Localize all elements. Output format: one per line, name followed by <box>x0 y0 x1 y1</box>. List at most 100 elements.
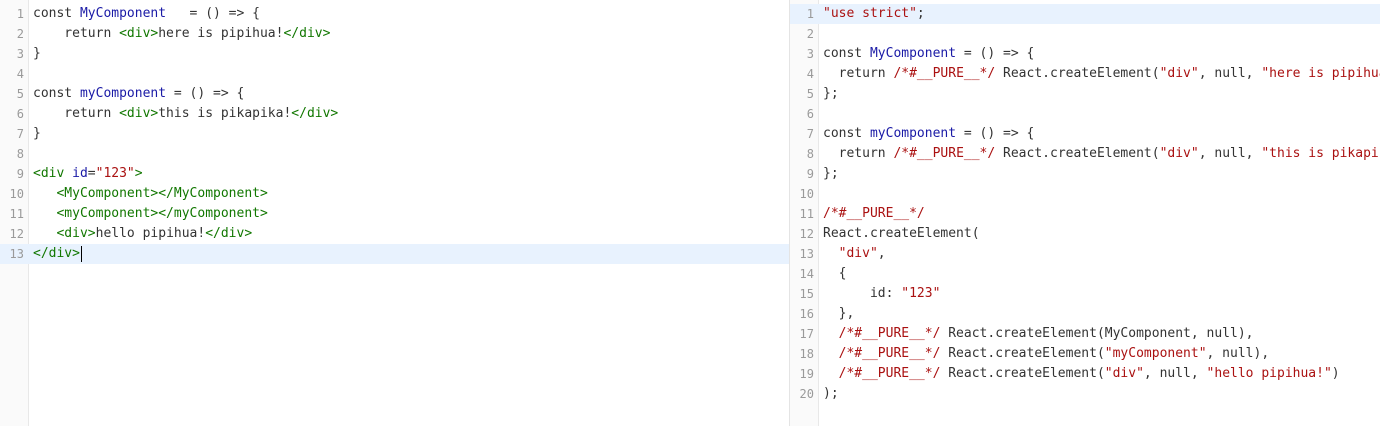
line-number: 3 <box>16 47 24 61</box>
code-token: return <box>823 66 894 81</box>
code-text[interactable]: return /*#__PURE__*/ React.createElement… <box>823 64 1380 84</box>
code-token: </div> <box>291 106 339 121</box>
code-text[interactable]: "use strict"; <box>823 4 925 24</box>
code-token: MyComponent <box>79 6 167 21</box>
code-text[interactable]: /*#__PURE__*/ React.createElement("myCom… <box>823 344 1270 364</box>
code-token: here is pipihua! <box>158 26 284 41</box>
line-number: 12 <box>9 227 24 241</box>
code-text[interactable]: React.createElement( <box>823 224 980 244</box>
line-number: 8 <box>16 147 24 161</box>
left-code-line[interactable]: 4 <box>0 64 789 84</box>
code-text[interactable]: { <box>823 264 847 284</box>
code-token: hello pipihua! <box>95 226 206 241</box>
code-text[interactable]: return <div>here is pipihua!</div> <box>33 24 330 44</box>
line-number: 9 <box>806 167 814 181</box>
right-code-line[interactable]: 17 /*#__PURE__*/ React.createElement(MyC… <box>790 324 1380 344</box>
code-token: /*#__PURE__*/ <box>838 326 941 341</box>
left-code-line[interactable]: 8 <box>0 144 789 164</box>
right-code-line[interactable]: 10 <box>790 184 1380 204</box>
code-token: <div <box>33 166 73 181</box>
right-code-line[interactable]: 7 const myComponent = () => { <box>790 124 1380 144</box>
code-token: "use strict" <box>823 6 917 21</box>
left-code-line[interactable]: 2 return <div>here is pipihua!</div> <box>0 24 789 44</box>
line-number: 4 <box>16 67 24 81</box>
code-token: , <box>877 246 886 261</box>
code-text[interactable]: } <box>33 124 41 144</box>
line-number: 3 <box>806 47 814 61</box>
code-text[interactable]: /*#__PURE__*/ <box>823 204 925 224</box>
right-code-line[interactable]: 12 React.createElement( <box>790 224 1380 244</box>
left-code-line[interactable]: 6 return <div>this is pikapika!</div> <box>0 104 789 124</box>
code-text[interactable]: <div>hello pipihua!</div> <box>33 224 252 244</box>
source-code-lines[interactable]: 1 const MyComponent = () => {2 return <di… <box>0 4 789 264</box>
code-text[interactable]: const myComponent = () => { <box>33 84 244 104</box>
code-token: } <box>33 126 41 141</box>
code-token: = () => { <box>166 86 245 101</box>
code-text[interactable]: ); <box>823 384 839 404</box>
code-text[interactable]: /*#__PURE__*/ React.createElement("div",… <box>823 364 1340 384</box>
line-number: 5 <box>16 87 24 101</box>
code-token: MyComponent <box>869 46 957 61</box>
output-code-lines[interactable]: 1 "use strict"; 2 3 const MyComponent = () =… <box>790 4 1380 404</box>
code-text[interactable]: <myComponent></myComponent> <box>33 204 268 224</box>
right-code-line[interactable]: 9}; <box>790 164 1380 184</box>
code-text[interactable]: <div id="123"> <box>33 164 143 184</box>
code-text[interactable]: return <div>this is pikapika!</div> <box>33 104 338 124</box>
code-text[interactable]: const myComponent = () => { <box>823 124 1034 144</box>
source-editor-pane[interactable]: 1 const MyComponent = () => {2 return <di… <box>0 0 789 426</box>
right-code-line[interactable]: 8 return /*#__PURE__*/ React.createEleme… <box>790 144 1380 164</box>
code-text[interactable]: } <box>33 44 41 64</box>
line-number: 16 <box>799 307 814 321</box>
code-token: /*#__PURE__*/ <box>838 366 941 381</box>
right-code-line[interactable]: 3 const MyComponent = () => { <box>790 44 1380 64</box>
left-code-line[interactable]: 9 <div id="123"> <box>0 164 789 184</box>
right-code-line[interactable]: 20); <box>790 384 1380 404</box>
code-text[interactable]: }; <box>823 84 839 104</box>
left-code-line[interactable]: 13 </div> <box>0 244 789 264</box>
code-text[interactable]: "div", <box>823 244 886 264</box>
text-cursor <box>80 245 82 262</box>
code-token: myComponent <box>79 86 167 101</box>
right-code-line[interactable]: 18 /*#__PURE__*/ React.createElement("my… <box>790 344 1380 364</box>
code-token: "hello pipihua!" <box>1206 366 1332 381</box>
code-text[interactable]: const MyComponent = () => { <box>33 4 260 24</box>
line-number: 6 <box>806 107 814 121</box>
line-number: 1 <box>806 7 814 21</box>
left-code-line[interactable]: 5 const myComponent = () => { <box>0 84 789 104</box>
code-text[interactable]: /*#__PURE__*/ React.createElement(MyComp… <box>823 324 1254 344</box>
line-number: 18 <box>799 347 814 361</box>
left-code-line[interactable]: 7} <box>0 124 789 144</box>
right-code-line[interactable]: 1 "use strict"; <box>790 4 1380 24</box>
right-code-line[interactable]: 2 <box>790 24 1380 44</box>
code-text[interactable]: }, <box>823 304 855 324</box>
line-number: 13 <box>9 247 24 261</box>
code-token: /*#__PURE__*/ <box>838 346 941 361</box>
left-code-line[interactable]: 3} <box>0 44 789 64</box>
right-code-line[interactable]: 13 "div", <box>790 244 1380 264</box>
right-code-line[interactable]: 16 }, <box>790 304 1380 324</box>
right-code-line[interactable]: 4 return /*#__PURE__*/ React.createEleme… <box>790 64 1380 84</box>
right-code-line[interactable]: 5}; <box>790 84 1380 104</box>
left-code-line[interactable]: 1 const MyComponent = () => { <box>0 4 789 24</box>
code-token: myComponent <box>869 126 957 141</box>
right-code-line[interactable]: 6 <box>790 104 1380 124</box>
code-text[interactable]: <MyComponent></MyComponent> <box>33 184 267 204</box>
right-code-line[interactable]: 14 { <box>790 264 1380 284</box>
code-text[interactable]: }; <box>823 164 839 184</box>
left-code-line[interactable]: 10 <MyComponent></MyComponent> <box>0 184 789 204</box>
code-token: <myComponent></myComponent> <box>56 206 268 221</box>
code-token: const <box>33 6 80 21</box>
code-token: { <box>823 266 847 281</box>
right-code-line[interactable]: 15 id: "123" <box>790 284 1380 304</box>
right-code-line[interactable]: 19 /*#__PURE__*/ React.createElement("di… <box>790 364 1380 384</box>
left-code-line[interactable]: 11 <myComponent></myComponent> <box>0 204 789 224</box>
code-text[interactable]: id: "123" <box>823 284 940 304</box>
code-text[interactable]: </div> <box>33 244 82 264</box>
right-code-line[interactable]: 11 /*#__PURE__*/ <box>790 204 1380 224</box>
code-text[interactable]: const MyComponent = () => { <box>823 44 1034 64</box>
left-code-line[interactable]: 12 <div>hello pipihua!</div> <box>0 224 789 244</box>
code-token: React.createElement( <box>995 146 1160 161</box>
output-editor-pane[interactable]: 1 "use strict"; 2 3 const MyComponent = () =… <box>790 0 1380 426</box>
code-text[interactable]: return /*#__PURE__*/ React.createElement… <box>823 144 1380 164</box>
